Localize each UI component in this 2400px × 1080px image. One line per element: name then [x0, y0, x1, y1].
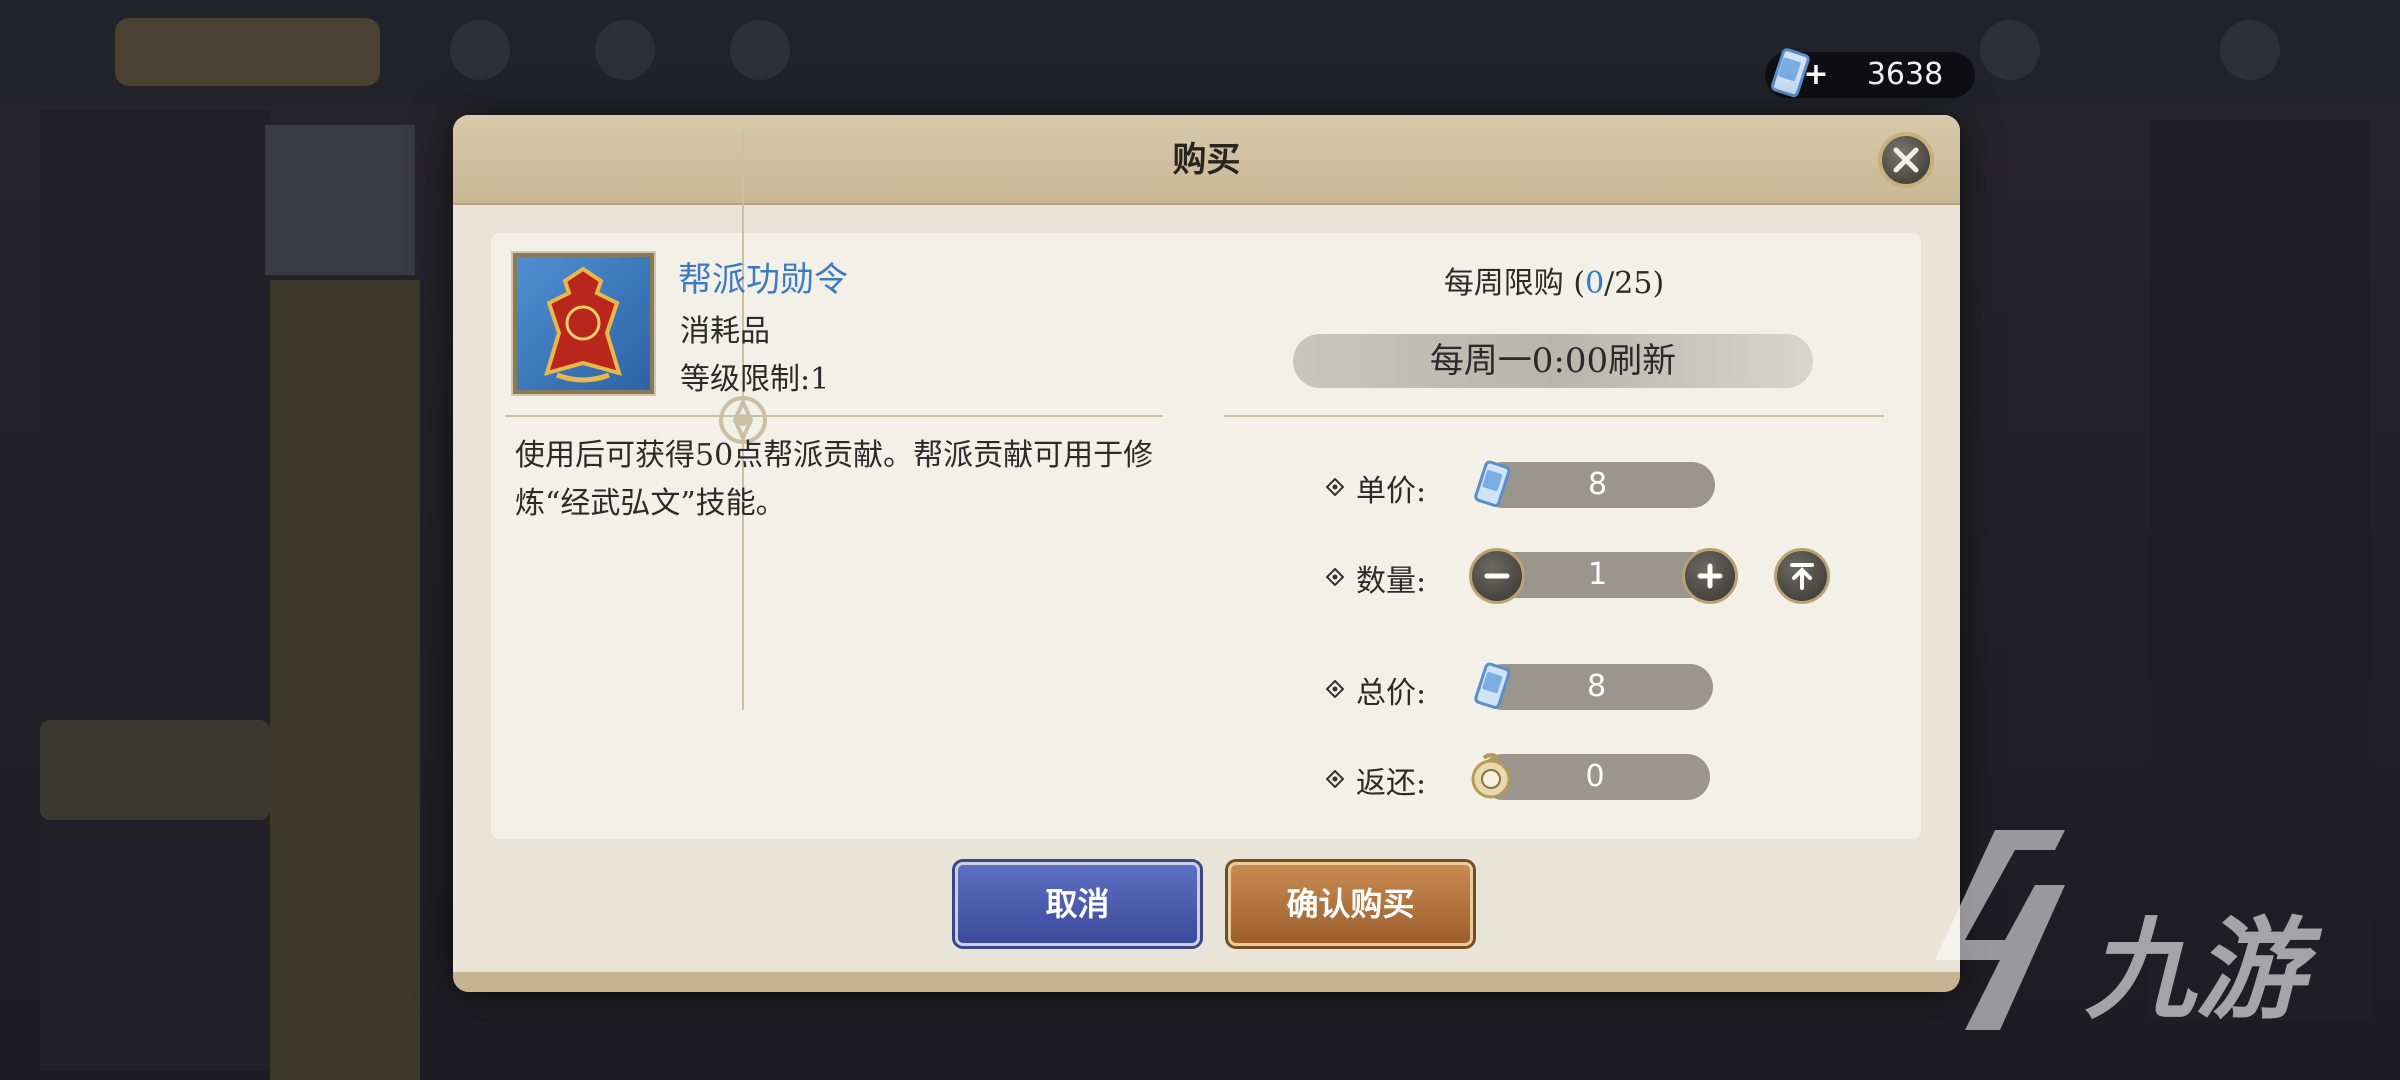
weekly-limit: 每周限购 (0/25) — [1224, 258, 1884, 302]
close-button[interactable] — [1878, 132, 1934, 188]
cancel-button[interactable]: 取消 — [955, 862, 1200, 946]
total-price-label: 总价: — [1356, 676, 1427, 711]
increase-quantity-button[interactable] — [1682, 548, 1738, 604]
background-tab — [265, 125, 415, 275]
background-top-icon — [730, 20, 790, 80]
dialog-title: 购买 — [1172, 140, 1241, 180]
scroll-currency-icon — [1474, 662, 1511, 709]
background-top-icon — [595, 20, 655, 80]
close-icon — [1893, 147, 1919, 173]
refund-label: 返还: — [1356, 766, 1427, 801]
item-icon-frame — [511, 251, 656, 396]
item-name: 帮派功勋令 — [678, 260, 848, 300]
background-top-icon — [2220, 20, 2280, 80]
confirm-purchase-button[interactable]: 确认购买 — [1228, 862, 1473, 946]
watermark-text: 九游 — [2085, 906, 2305, 1034]
item-level-limit: 等级限制:1 — [680, 362, 830, 397]
currency-amount: 3638 — [1866, 57, 1944, 92]
max-quantity-button[interactable] — [1774, 548, 1830, 604]
right-divider-line — [1224, 415, 1884, 417]
weekly-limit-suffix: ) — [1652, 266, 1665, 301]
diamond-bullet-icon — [1326, 568, 1344, 586]
dialog-footer — [453, 972, 1960, 992]
weekly-limit-max: 25 — [1614, 266, 1653, 301]
left-divider-line — [505, 415, 1163, 417]
scroll-currency-icon — [1474, 460, 1511, 507]
currency-counter[interactable]: + 3638 — [1765, 48, 1975, 98]
plus-icon[interactable]: + — [1803, 60, 1829, 90]
plus-icon — [1697, 563, 1723, 589]
coin-currency-icon — [1471, 753, 1511, 799]
purchase-dialog: 购买 — [453, 115, 1960, 992]
diamond-bullet-icon — [1326, 680, 1344, 698]
background-left-panel — [40, 110, 270, 1070]
unit-price-label: 单价: — [1356, 474, 1427, 509]
weekly-limit-separator: / — [1604, 266, 1615, 301]
decrease-quantity-button[interactable] — [1469, 548, 1525, 604]
guild-token-icon — [544, 266, 622, 383]
refresh-info: 每周一0:00刷新 — [1293, 334, 1813, 388]
max-arrow-icon — [1790, 563, 1814, 590]
weekly-limit-current: 0 — [1585, 266, 1605, 301]
item-description: 使用后可获得50点帮派贡献。帮派贡献可用于修炼“经武弘文”技能。 — [515, 438, 1154, 521]
diamond-bullet-icon — [1326, 770, 1344, 788]
diamond-bullet-icon — [1326, 478, 1344, 496]
background-left-selection — [40, 720, 270, 820]
background-strip — [270, 280, 420, 1080]
background-top-pill — [115, 18, 380, 86]
item-type: 消耗品 — [680, 314, 770, 349]
quantity-label: 数量: — [1356, 564, 1427, 599]
weekly-limit-prefix: 每周限购 ( — [1443, 266, 1586, 301]
background-top-icon — [450, 20, 510, 80]
background-top-icon — [1980, 20, 2040, 80]
minus-icon — [1484, 573, 1510, 579]
